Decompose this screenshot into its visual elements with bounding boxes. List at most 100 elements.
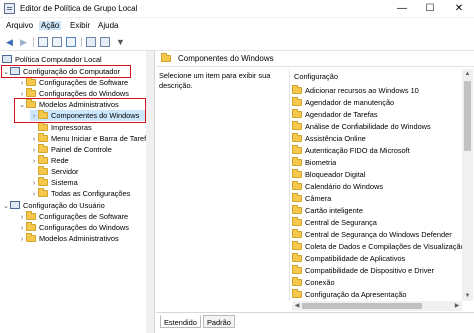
toolbar-separator (81, 37, 82, 47)
list-item[interactable]: Compatibilidade de Aplicativos (292, 253, 405, 264)
list-item-label: Bloqueador Digital (305, 170, 366, 179)
folder-icon (38, 177, 48, 186)
tree-root[interactable]: Política Computador Local (2, 54, 102, 65)
chevron-right-icon[interactable]: › (30, 156, 38, 167)
properties-icon[interactable] (52, 37, 62, 47)
list-vertical-scrollbar[interactable]: ▲ ▼ (462, 69, 473, 301)
list-item[interactable]: Configuração da Apresentação (292, 289, 407, 300)
folder-icon (38, 144, 48, 153)
folder-icon (292, 193, 302, 202)
folder-icon (26, 211, 36, 220)
folder-icon (292, 289, 302, 298)
tree-scrollbar[interactable] (146, 51, 154, 333)
list-item-label: Compatibilidade de Aplicativos (305, 254, 406, 263)
list-item[interactable]: Cartão inteligente (292, 205, 363, 216)
list-item[interactable]: Central de Segurança (292, 217, 377, 228)
list-item-label: Central de Segurança do Windows Defender (305, 230, 452, 239)
folder-icon (292, 265, 302, 274)
list-item[interactable]: Compatibilidade de Dispositivo e Driver (292, 265, 434, 276)
menu-acao[interactable]: Ação (39, 21, 62, 30)
tab-estendido[interactable]: Estendido (160, 315, 201, 328)
list-item[interactable]: Central de Segurança do Windows Defender (292, 229, 452, 240)
forward-icon[interactable]: ▶ (17, 36, 30, 48)
folder-icon (38, 155, 48, 164)
list-item[interactable]: Bloqueador Digital (292, 169, 365, 180)
filter-icon[interactable]: ▼ (114, 36, 127, 48)
chevron-down-icon[interactable]: ⌄ (2, 201, 10, 212)
tree-item-server[interactable]: Servidor (38, 166, 79, 177)
scrollbar-thumb[interactable] (464, 81, 471, 151)
list-item[interactable]: Análise de Confiabilidade do Windows (292, 121, 431, 132)
show-hide-tree-icon[interactable] (38, 37, 48, 47)
tab-padrao[interactable]: Padrão (203, 315, 235, 328)
folder-icon (292, 217, 302, 226)
folder-icon (26, 88, 36, 97)
folder-icon (161, 53, 171, 62)
list-item[interactable]: Coleta de Dados e Compilações de Visuali… (292, 241, 465, 252)
menu-arquivo[interactable]: Arquivo (4, 21, 35, 30)
menu-bar: Arquivo Ação Exibir Ajuda (0, 18, 474, 34)
list-item-label: Câmera (305, 194, 332, 203)
details-header: Componentes do Windows (156, 51, 474, 67)
back-icon[interactable]: ◀ (3, 36, 16, 48)
list-item[interactable]: Adicionar recursos ao Windows 10 (292, 85, 419, 96)
tree-item-user-software[interactable]: › Configurações de Software (18, 211, 128, 222)
tree-item-user-admin[interactable]: › Modelos Administrativos (18, 233, 119, 244)
chevron-right-icon[interactable]: › (18, 234, 26, 245)
list-item[interactable]: Conexão (292, 277, 335, 288)
close-button[interactable]: ✕ (445, 0, 473, 18)
list-item-label: Coleta de Dados e Compilações de Visuali… (305, 242, 465, 251)
tree-item-system[interactable]: › Sistema (30, 177, 78, 188)
tree-item-start-menu[interactable]: › Menu Iniciar e Barra de Tarefas (30, 133, 154, 144)
scroll-down-icon[interactable]: ▼ (462, 291, 473, 301)
tree-item-network[interactable]: › Rede (30, 155, 69, 166)
folder-icon (292, 121, 302, 130)
list-item-label: Agendador de manutenção (305, 98, 395, 107)
list-item[interactable]: Assistência Online (292, 133, 366, 144)
list-item-label: Conexão (305, 278, 335, 287)
tree-item-user-windows[interactable]: › Configurações do Windows (18, 222, 129, 233)
menu-ajuda[interactable]: Ajuda (96, 21, 120, 30)
tree-pane: Política Computador Local ⌄ Configuração … (0, 51, 155, 333)
chevron-right-icon[interactable]: › (30, 189, 38, 200)
list-item-label: Adicionar recursos ao Windows 10 (305, 86, 419, 95)
column-header-configuracao[interactable]: Configuração (294, 72, 338, 81)
scrollbar-thumb[interactable] (302, 303, 422, 309)
tree-item-printers[interactable]: Impressoras (38, 122, 92, 133)
scroll-left-icon[interactable]: ◀ (292, 301, 302, 311)
list-item[interactable]: Calendário do Windows (292, 181, 383, 192)
scroll-up-icon[interactable]: ▲ (462, 69, 473, 79)
list-item[interactable]: Autenticação FIDO da Microsoft (292, 145, 410, 156)
folder-icon (292, 109, 302, 118)
menu-exibir[interactable]: Exibir (68, 21, 92, 30)
window-title: Editor de Política de Grupo Local (20, 4, 138, 13)
list-item-label: Calendário do Windows (305, 182, 384, 191)
details-pane: Componentes do Windows Selecione um item… (156, 51, 474, 333)
toolbar: ◀ ▶ ▼ (0, 34, 474, 51)
view-tabs: Estendido Padrão (156, 312, 474, 333)
list-item[interactable]: Agendador de Tarefas (292, 109, 378, 120)
tree-item-all-settings[interactable]: › Todas as Configurações (30, 188, 130, 199)
folder-icon (292, 229, 302, 238)
list-item[interactable]: Biometria (292, 157, 336, 168)
list-horizontal-scrollbar[interactable]: ◀ ▶ (292, 301, 462, 311)
list-item-label: Central de Segurança (305, 218, 377, 227)
help-icon[interactable] (86, 37, 96, 47)
tree-item-label: Servidor (51, 167, 79, 176)
pane-divider[interactable] (289, 69, 290, 301)
folder-icon (292, 145, 302, 154)
tree-item-label: Modelos Administrativos (39, 234, 119, 243)
view-icon[interactable] (100, 37, 110, 47)
list-item[interactable]: Agendador de manutenção (292, 97, 394, 108)
list-item-label: Configuração da Apresentação (305, 290, 407, 299)
folder-icon (292, 253, 302, 262)
export-list-icon[interactable] (66, 37, 76, 47)
maximize-button[interactable]: ☐ (416, 0, 444, 18)
tree-item-user-config[interactable]: ⌄ Configuração do Usuário (2, 200, 105, 211)
minimize-button[interactable]: — (388, 0, 416, 18)
tree-item-software-settings[interactable]: › Configurações de Software (18, 77, 128, 88)
scroll-right-icon[interactable]: ▶ (452, 301, 462, 311)
highlight-computer-config (1, 65, 131, 78)
tree-item-control-panel[interactable]: › Painel de Controle (30, 144, 112, 155)
list-item[interactable]: Câmera (292, 193, 331, 204)
